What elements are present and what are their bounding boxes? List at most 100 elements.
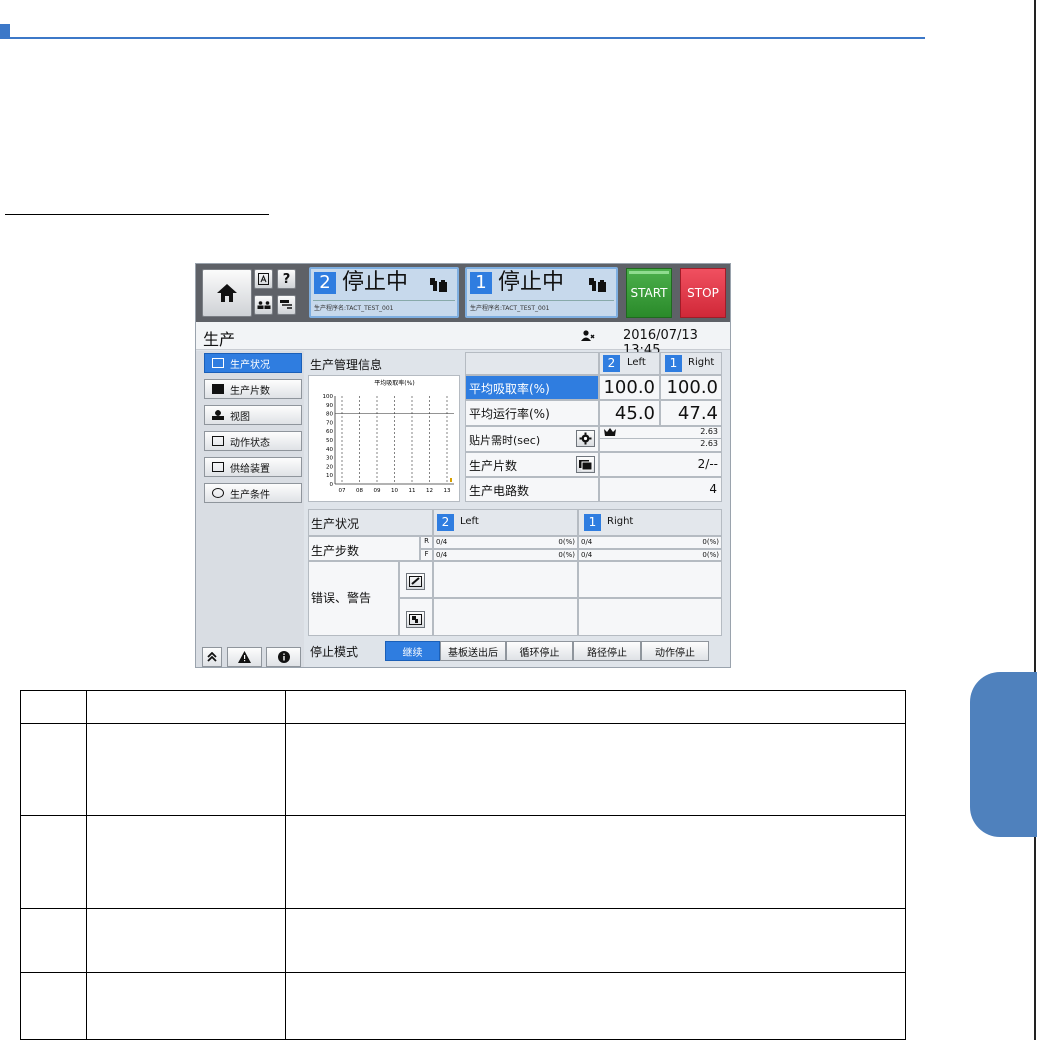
table-cell	[285, 815, 906, 909]
warning-button[interactable]	[227, 647, 262, 667]
errors-label: 错误、警告	[311, 591, 372, 605]
stat-value: 100.0	[603, 377, 655, 398]
stop-button[interactable]: STOP	[680, 268, 726, 318]
lane-label: Left	[460, 516, 479, 527]
home-button[interactable]	[202, 269, 252, 317]
stat-label: 平均运行率(%)	[469, 407, 550, 421]
sidebar-item-production-conditions[interactable]: 生产条件	[204, 483, 302, 503]
collapse-button[interactable]	[202, 647, 222, 667]
lane-number: 1	[665, 355, 682, 372]
error-icon-cell	[399, 561, 433, 598]
table-cell	[86, 908, 286, 973]
y-tick-label: 100	[323, 394, 334, 400]
step-count: 0/4	[436, 551, 448, 559]
operator-button[interactable]	[254, 295, 273, 315]
checkbox-icon	[212, 358, 224, 368]
stop-mode-action-stop[interactable]: 动作停止	[641, 641, 709, 661]
feeder-error-button[interactable]	[406, 573, 425, 590]
boards-icon	[212, 384, 224, 394]
y-tick-label: 0	[330, 482, 334, 488]
sidebar-item-view[interactable]: 视图	[204, 405, 302, 425]
sidebar: 生产状况 生产片数 视图 动作状态 供给装置 生产条件	[196, 351, 304, 667]
status-header-left: 2 Left	[433, 509, 578, 536]
step-cell: 0/4 0(%)	[433, 549, 578, 561]
network-icon	[280, 300, 292, 309]
sidebar-item-board-count[interactable]: 生产片数	[204, 379, 302, 399]
stat-value: 47.4	[677, 403, 718, 424]
y-tick-label: 30	[326, 456, 333, 462]
lane-label: Left	[627, 357, 646, 368]
machine-clipboard-icon	[430, 278, 447, 292]
side-r: R	[420, 536, 433, 549]
avg-operation-right: 47.4	[660, 400, 722, 426]
lane-number: 2	[437, 514, 454, 531]
circuits-label-cell: 生产电路数	[465, 477, 599, 502]
stat-value: 2/--	[697, 457, 718, 471]
x-tick-label: 10	[391, 488, 398, 494]
stop-mode-path-stop[interactable]: 路径停止	[573, 641, 641, 661]
y-tick-label: 70	[326, 420, 333, 426]
table-row	[20, 908, 906, 973]
table-cell	[285, 690, 906, 724]
stat-label: 平均吸取率(%)	[469, 382, 550, 396]
suction-rate-chart: 平均吸取率(%) 0 10 20 30 40 50 60 70 80 90 100 07 08 09 10 11…	[323, 379, 454, 494]
help-button[interactable]: ?	[277, 269, 296, 289]
y-tick-label: 80	[326, 412, 333, 418]
gear-icon	[579, 432, 592, 445]
lane-label: Right	[688, 357, 715, 368]
divider	[469, 300, 614, 301]
table-row	[20, 690, 906, 724]
stats-header-right: 1 Right	[660, 352, 722, 375]
stop-mode-cycle-stop[interactable]: 循环停止	[506, 641, 573, 661]
lane-1-status-panel[interactable]: 1 停止中 生产程序名:TACT_TEST_001	[465, 267, 618, 318]
status-header-right: 1 Right	[578, 509, 722, 536]
lane-number: 1	[584, 514, 601, 531]
program-name: 生产程序名:TACT_TEST_001	[470, 305, 550, 312]
lane-2-status-panel[interactable]: 2 停止中 生产程序名:TACT_TEST_001	[309, 267, 459, 318]
stat-label: 贴片需时(sec)	[469, 434, 541, 447]
circuits-value-cell: 4	[599, 477, 722, 502]
sidebar-item-feeder[interactable]: 供给装置	[204, 457, 302, 477]
stat-label: 生产电路数	[469, 484, 530, 498]
stat-value: 45.0	[614, 403, 655, 424]
error-icon-cell	[399, 598, 433, 636]
sidebar-item-label: 供给装置	[230, 463, 270, 475]
boards-button[interactable]	[576, 456, 595, 473]
header-rule	[0, 37, 925, 39]
x-tick-label: 07	[339, 488, 346, 494]
y-tick-label: 50	[326, 438, 333, 444]
stop-mode-after-board-out[interactable]: 基板送出后	[440, 641, 506, 661]
lane-number: 1	[470, 272, 492, 294]
table-cell	[86, 815, 286, 909]
lane-status-text: 停止中	[342, 270, 409, 295]
sidebar-item-operation-state[interactable]: 动作状态	[204, 431, 302, 451]
user-icon[interactable]	[581, 330, 595, 341]
sidebar-item-production-status[interactable]: 生产状况	[204, 353, 302, 373]
stop-mode-continue[interactable]: 继续	[385, 641, 440, 661]
table-cell	[285, 723, 906, 816]
x-tick-label: 11	[409, 488, 416, 494]
language-button[interactable]	[254, 269, 273, 289]
network-button[interactable]	[277, 295, 296, 315]
machine-error-icon	[409, 614, 422, 625]
error-area-right	[578, 561, 722, 598]
tact-value: 2.63	[700, 427, 718, 436]
step-cell: 0/4 0(%)	[578, 536, 722, 549]
person-icon	[212, 410, 224, 420]
warning-area-right	[578, 598, 722, 636]
tact-settings-button[interactable]	[576, 430, 595, 447]
hmi-screen: ? 2 停止中 生产程序名:TACT_TEST_001 1 停止中 生产程序名:…	[195, 263, 731, 668]
table-cell	[86, 972, 286, 1040]
warning-area-left	[433, 598, 578, 636]
avg-suction-left: 100.0	[599, 375, 660, 400]
y-tick-label: 10	[326, 473, 333, 479]
stat-value: 100.0	[666, 377, 718, 398]
start-button[interactable]: START	[626, 268, 672, 318]
tact-label-cell: 贴片需时(sec)	[465, 426, 599, 452]
table-cell	[20, 815, 87, 909]
stat-label: 生产片数	[469, 459, 518, 473]
stop-mode-label: 停止模式	[310, 645, 359, 659]
error-area-left	[433, 561, 578, 598]
info-button[interactable]	[266, 647, 301, 667]
machine-error-button[interactable]	[406, 611, 425, 628]
